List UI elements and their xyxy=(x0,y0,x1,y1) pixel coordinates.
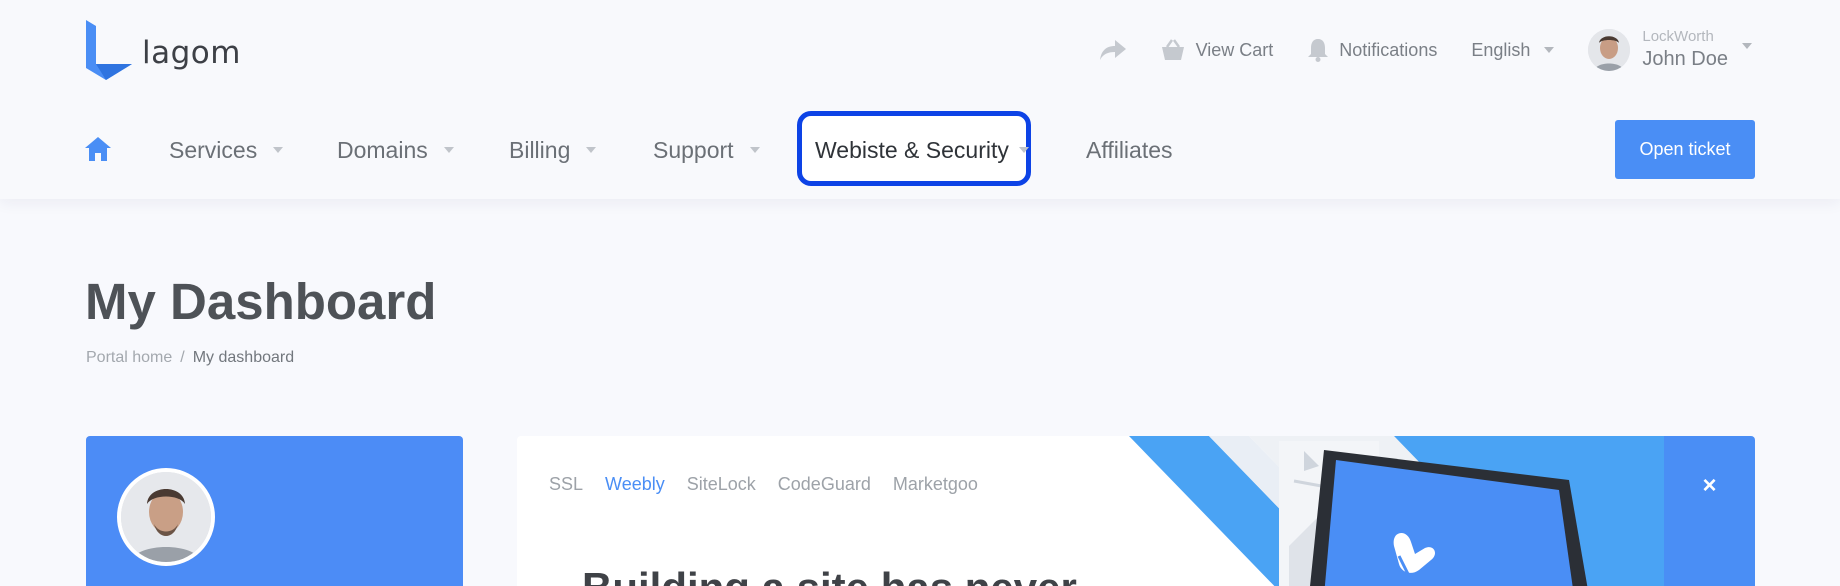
breadcrumb: Portal home / My dashboard xyxy=(86,349,294,367)
nav-item-label: Domains xyxy=(337,136,428,163)
tab-codeguard[interactable]: CodeGuard xyxy=(778,474,871,495)
user-menu[interactable]: LockWorth John Doe xyxy=(1588,28,1752,72)
chevron-down-icon xyxy=(1544,47,1555,53)
chevron-down-icon xyxy=(586,147,597,153)
nav-item-billing[interactable]: Billing xyxy=(509,134,597,166)
nav-item-label: Billing xyxy=(509,136,571,163)
view-cart-label: View Cart xyxy=(1195,39,1274,60)
nav-item-label: Services xyxy=(169,136,258,163)
promo-heading: Building a site has never xyxy=(582,564,1077,586)
promo-tabs: SSL Weebly SiteLock CodeGuard Marketgoo xyxy=(549,474,1000,495)
language-label: English xyxy=(1471,39,1531,60)
view-cart-link[interactable]: View Cart xyxy=(1160,39,1274,61)
tab-sitelock[interactable]: SiteLock xyxy=(687,474,756,495)
brand-name: lagom xyxy=(142,35,241,71)
language-selector[interactable]: English xyxy=(1471,39,1555,61)
logo-icon xyxy=(86,20,132,80)
tab-weebly[interactable]: Weebly xyxy=(605,474,665,495)
utility-bar: View Cart Notifications English LockWort… xyxy=(1099,28,1752,72)
avatar xyxy=(1588,29,1631,71)
open-ticket-button[interactable]: Open ticket xyxy=(1615,120,1755,179)
chevron-down-icon xyxy=(1742,43,1752,49)
nav-item-label: Affiliates xyxy=(1086,136,1173,163)
chevron-down-icon xyxy=(443,147,454,153)
chevron-down-icon xyxy=(273,147,284,153)
page-title: My Dashboard xyxy=(85,273,437,330)
user-company: LockWorth xyxy=(1642,28,1714,45)
breadcrumb-current: My dashboard xyxy=(192,349,295,366)
chevron-down-icon xyxy=(1018,147,1029,153)
close-icon[interactable]: × xyxy=(1664,436,1755,586)
nav-item-website-security[interactable]: Webiste & Security xyxy=(815,134,1029,166)
user-name: John Doe xyxy=(1642,48,1728,70)
breadcrumb-home-link[interactable]: Portal home xyxy=(86,349,172,367)
promo-card: SSL Weebly SiteLock CodeGuard Marketgoo … xyxy=(517,436,1755,586)
tab-marketgoo[interactable]: Marketgoo xyxy=(893,474,978,495)
basket-icon xyxy=(1161,39,1184,60)
nav-item-services[interactable]: Services xyxy=(169,134,284,166)
profile-card xyxy=(86,436,463,586)
weebly-illustration xyxy=(1129,436,1664,586)
breadcrumb-separator: / xyxy=(180,349,185,366)
nav-item-label: Webiste & Security xyxy=(815,136,1009,163)
brand-logo[interactable]: lagom xyxy=(86,20,241,80)
avatar xyxy=(117,468,215,566)
nav-item-affiliates[interactable]: Affiliates xyxy=(1086,134,1173,166)
share-icon[interactable] xyxy=(1099,40,1126,60)
home-icon[interactable] xyxy=(85,137,111,166)
nav-item-domains[interactable]: Domains xyxy=(337,134,454,166)
nav-item-label: Support xyxy=(653,136,734,163)
bell-icon xyxy=(1308,39,1329,62)
chevron-down-icon xyxy=(749,147,760,153)
main-nav: Services Domains Billing Support Webiste… xyxy=(0,110,1840,190)
notifications-label: Notifications xyxy=(1339,39,1438,60)
tab-ssl[interactable]: SSL xyxy=(549,474,583,495)
site-header: lagom View Cart Notifications English Lo… xyxy=(0,0,1840,199)
notifications-link[interactable]: Notifications xyxy=(1307,38,1437,62)
nav-item-support[interactable]: Support xyxy=(653,134,760,166)
